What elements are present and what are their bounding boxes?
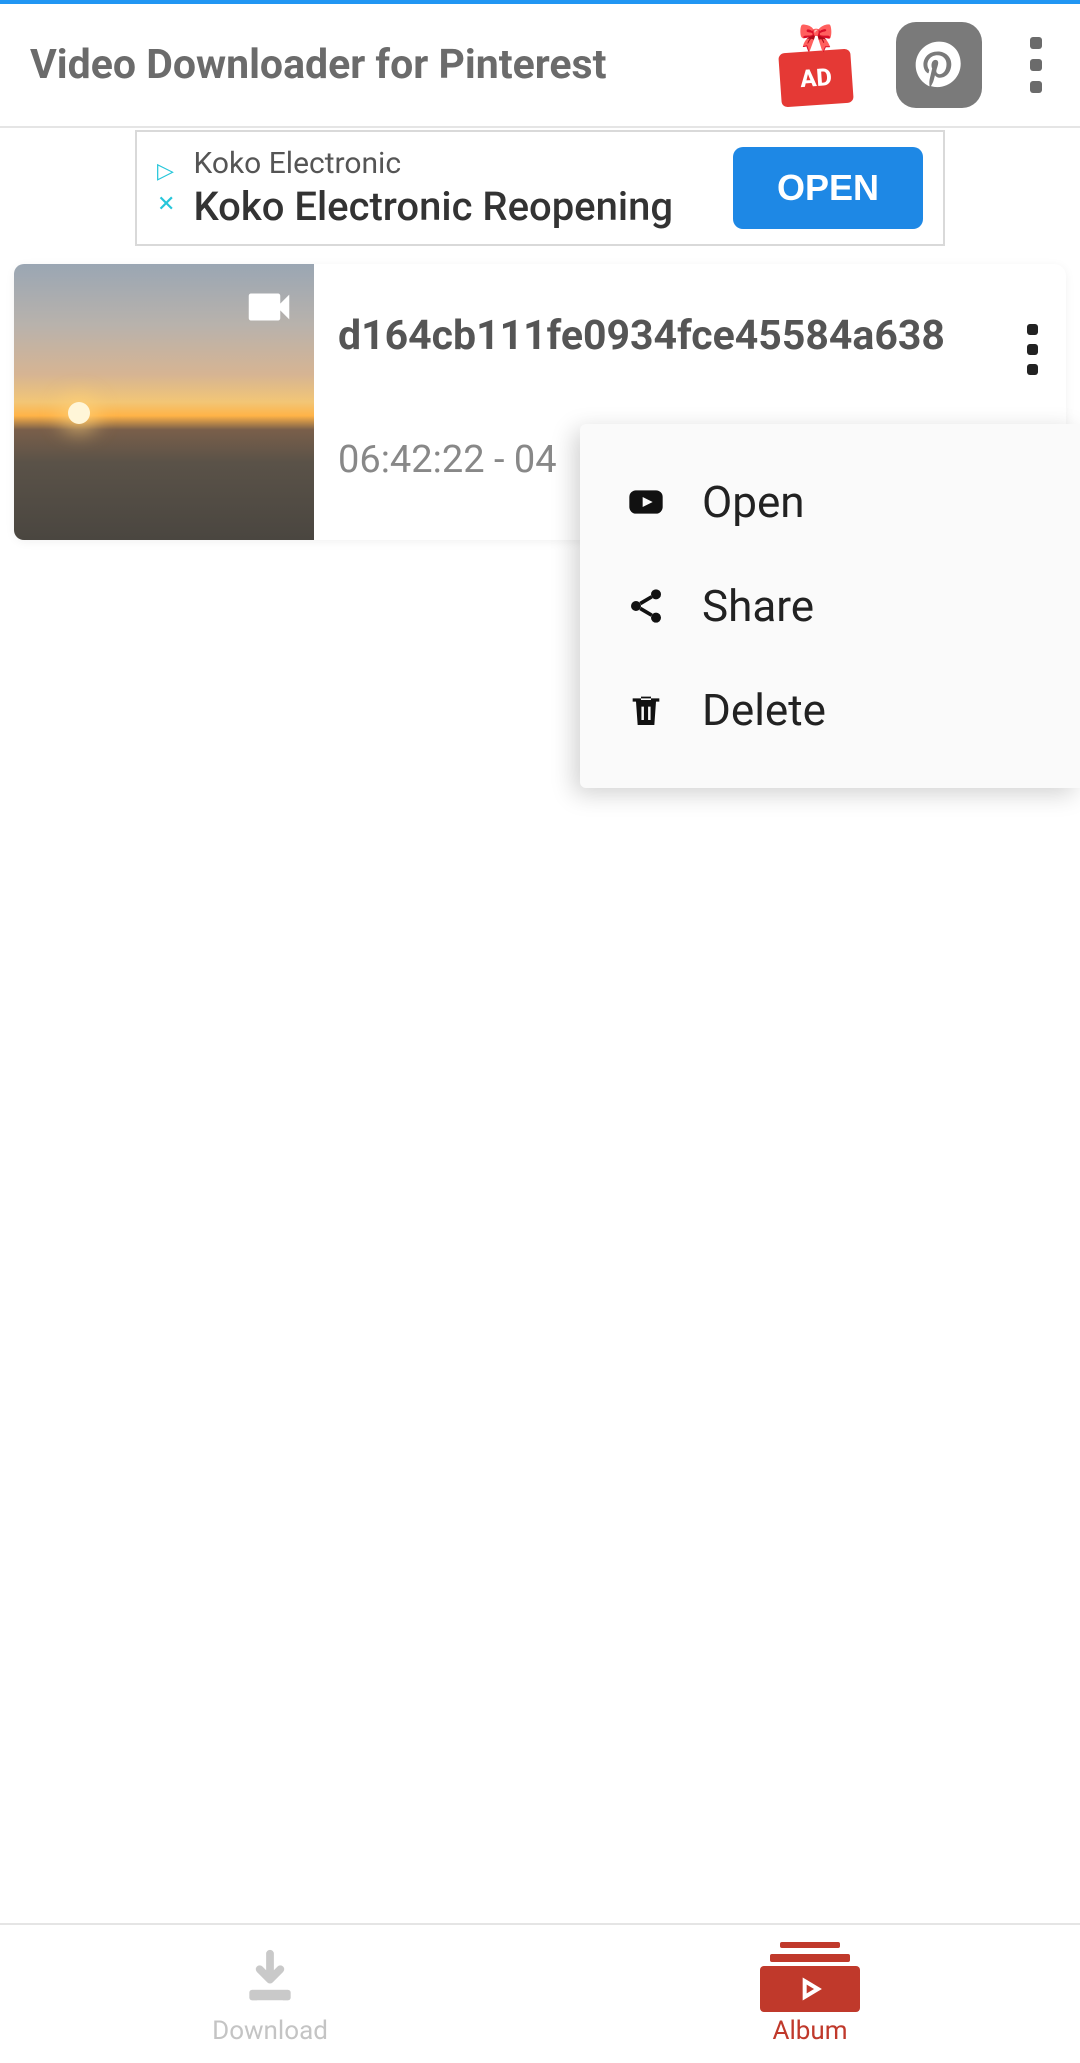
pinterest-icon (911, 37, 967, 93)
kebab-dot-icon (1030, 37, 1042, 49)
ad-open-button[interactable]: OPEN (733, 147, 923, 229)
album-icon (760, 1942, 860, 2012)
menu-open-label: Open (702, 476, 805, 528)
tab-download[interactable]: Download (0, 1925, 540, 2063)
bottom-nav: Download Album (0, 1923, 1080, 2063)
app-title: Video Downloader for Pinterest (30, 41, 606, 89)
adchoices-triangle-icon: ▷ (157, 159, 175, 184)
ad-text-block: Koko Electronic Koko Electronic Reopenin… (193, 146, 715, 230)
kebab-dot-icon (1030, 59, 1042, 71)
header-bar: Video Downloader for Pinterest 🎀 AD (0, 4, 1080, 128)
header-actions: 🎀 AD (776, 22, 1050, 108)
header-overflow-button[interactable] (1022, 29, 1050, 101)
pinterest-button[interactable] (896, 22, 982, 108)
video-thumbnail[interactable] (14, 264, 314, 540)
video-filename: d164cb111fe0934fce45584a638 (338, 312, 1066, 360)
menu-delete[interactable]: Delete (580, 658, 1080, 762)
kebab-dot-icon (1027, 344, 1038, 355)
gift-bow-icon: 🎀 (799, 21, 834, 54)
ad-banner[interactable]: ▷ ✕ Koko Electronic Koko Electronic Reop… (135, 130, 945, 246)
menu-share-label: Share (702, 580, 814, 632)
video-camera-icon (242, 280, 296, 320)
tab-album-label: Album (772, 2016, 847, 2046)
menu-delete-label: Delete (702, 684, 826, 736)
tab-download-label: Download (212, 2016, 328, 2046)
kebab-dot-icon (1030, 81, 1042, 93)
kebab-dot-icon (1027, 324, 1038, 335)
ad-headline: Koko Electronic Reopening (193, 183, 715, 230)
play-icon (624, 480, 668, 524)
ad-advertiser: Koko Electronic (193, 146, 715, 181)
menu-share[interactable]: Share (580, 554, 1080, 658)
item-overflow-button[interactable] (1027, 324, 1038, 375)
menu-open[interactable]: Open (580, 450, 1080, 554)
download-icon (234, 1942, 306, 2012)
ad-badge-label: AD (778, 49, 854, 108)
adchoices-icon[interactable]: ▷ ✕ (157, 159, 175, 217)
thumbnail-sun-decor (68, 402, 90, 424)
ad-close-icon[interactable]: ✕ (157, 192, 175, 217)
trash-icon (624, 688, 668, 732)
context-menu: Open Share Delete (580, 424, 1080, 788)
kebab-dot-icon (1027, 364, 1038, 375)
tab-album[interactable]: Album (540, 1925, 1080, 2063)
ad-gift-button[interactable]: 🎀 AD (776, 25, 856, 105)
share-icon (624, 584, 668, 628)
